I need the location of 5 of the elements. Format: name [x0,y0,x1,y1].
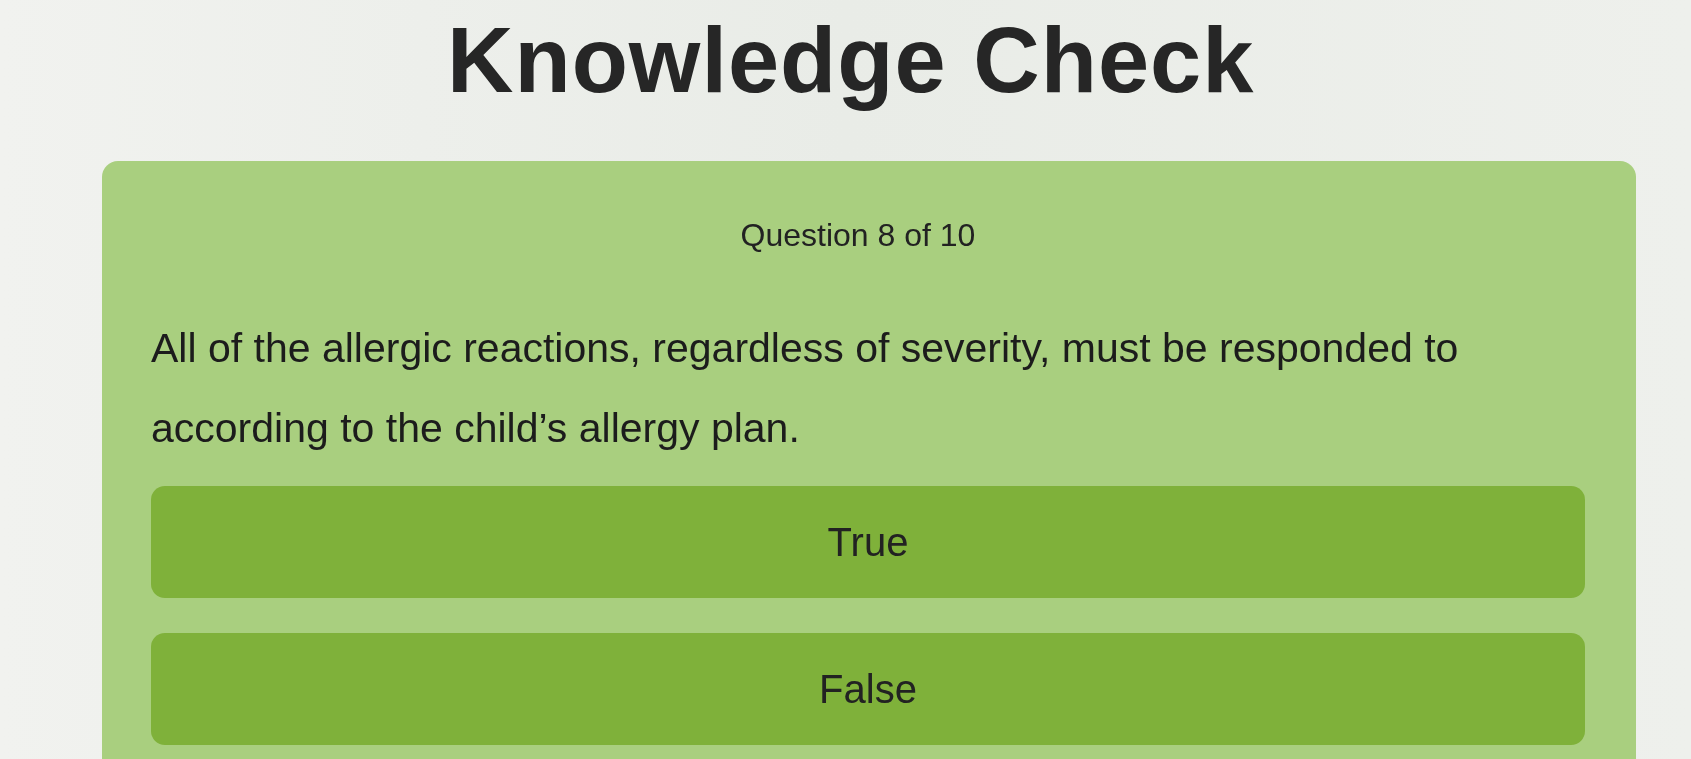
question-number: Question 8 of 10 [740,216,976,254]
answer-option[interactable]: True [151,486,1585,598]
page-title: Knowledge Check [447,8,1255,113]
question-text: All of the allergic reactions, regardless of severity, must be responded to according to the child’s allergy plan. [151,324,1460,453]
answer-option[interactable]: False [151,633,1585,745]
